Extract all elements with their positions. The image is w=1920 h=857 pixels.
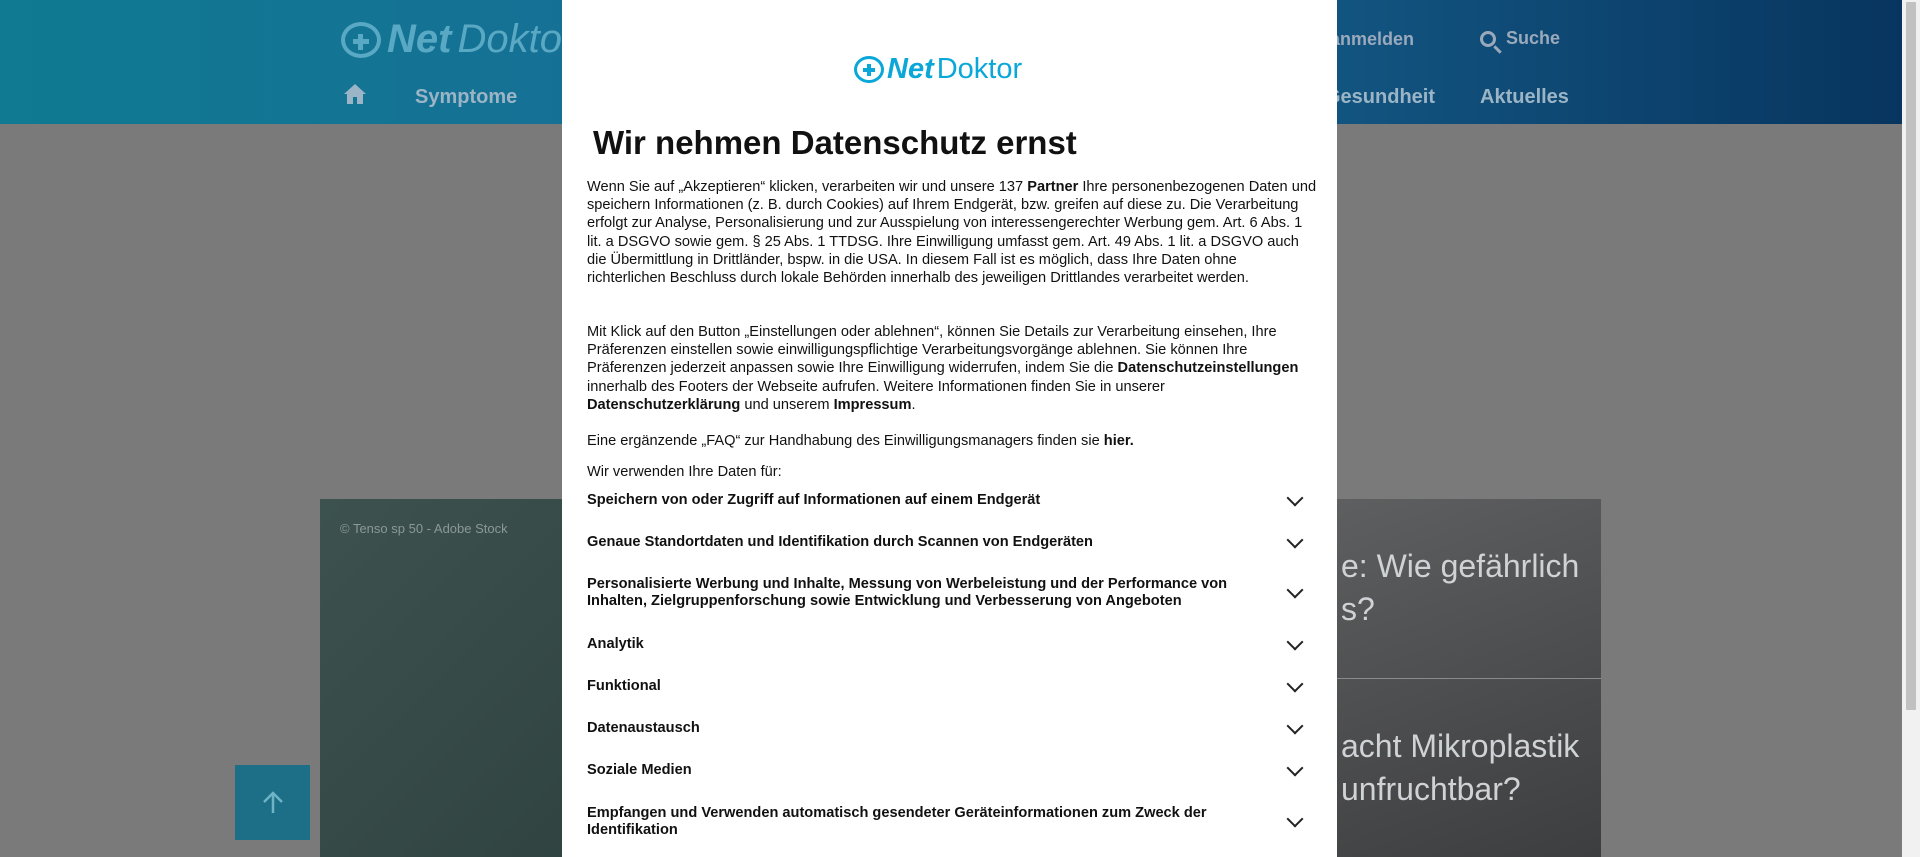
chevron-down-icon <box>1286 489 1304 506</box>
chevron-down-icon <box>1286 675 1304 692</box>
teaser-line: unfruchtbar? <box>1341 771 1521 807</box>
teaser-headline-1[interactable]: e: Wie gefährlich s? <box>1341 545 1579 631</box>
scroll-to-top-button[interactable] <box>235 765 310 840</box>
purpose-accordion-advertising[interactable]: Personalisierte Werbung und Inhalte, Mes… <box>587 576 1309 610</box>
logo-text: Doktor <box>457 17 576 61</box>
chevron-down-icon <box>1286 717 1304 734</box>
purpose-accordion-social-media[interactable]: Soziale Medien <box>587 759 1309 779</box>
imprint-link[interactable]: Impressum <box>834 397 912 413</box>
text: Ihre personenbezogenen Daten und speiche… <box>587 179 1317 287</box>
purpose-label: Datenaustausch <box>587 720 700 736</box>
modal-logo: Net Doktor <box>854 53 1022 86</box>
purpose-label: Soziale Medien <box>587 762 692 778</box>
logo-text-bold: Net <box>887 53 934 85</box>
dialog-title: Wir nehmen Datenschutz ernst <box>593 124 1077 161</box>
logo-cross-icon <box>854 56 884 83</box>
home-icon[interactable] <box>344 84 366 104</box>
consent-text-2: Mit Klick auf den Button „Einstellungen … <box>587 323 1317 414</box>
text: . <box>911 396 916 413</box>
teaser-line: acht Mikroplastik <box>1341 728 1580 764</box>
logo-text-bold: Net <box>387 17 452 61</box>
chevron-down-icon <box>1286 581 1304 599</box>
purpose-accordion-analytics[interactable]: Analytik <box>587 633 1309 653</box>
image-credit: © Tenso sp 50 - Adobe Stock <box>340 521 508 536</box>
scrollbar-thumb[interactable] <box>1906 2 1916 710</box>
purpose-label: Empfangen und Verwenden automatisch gese… <box>587 805 1207 838</box>
search-icon <box>1480 30 1496 47</box>
nav-item-symptome[interactable]: Symptome <box>415 86 517 109</box>
purpose-accordion-data-exchange[interactable]: Datenaustausch <box>587 717 1309 737</box>
partner-link[interactable]: Partner <box>1027 179 1078 195</box>
purpose-label: Funktional <box>587 678 661 694</box>
teaser-headline-2[interactable]: acht Mikroplastik unfruchtbar? <box>1341 725 1579 811</box>
purpose-accordion-device-info[interactable]: Empfangen und Verwenden automatisch gese… <box>587 805 1309 839</box>
logo-cross-icon <box>341 21 381 58</box>
purpose-label: Personalisierte Werbung und Inhalte, Mes… <box>587 576 1228 609</box>
chevron-down-icon <box>1286 531 1304 548</box>
privacy-policy-link[interactable]: Datenschutzerklärung <box>587 397 740 413</box>
nav-item-gesundheit[interactable]: Gesundheit <box>1325 86 1435 109</box>
site-logo[interactable]: Net Doktor <box>341 17 575 62</box>
text: und unserem <box>740 396 834 413</box>
text: Wenn Sie auf „Akzeptieren“ klicken, vera… <box>587 179 1028 195</box>
text: Eine ergänzende „FAQ“ zur Handhabung des… <box>587 433 1104 449</box>
purpose-accordion-location[interactable]: Genaue Standortdaten und Identifikation … <box>587 531 1309 551</box>
privacy-settings-link[interactable]: Datenschutzeinstellungen <box>1118 360 1299 376</box>
consent-dialog: Net Doktor Wir nehmen Datenschutz ernst W… <box>562 0 1337 857</box>
purpose-label: Genaue Standortdaten und Identifikation … <box>587 534 1093 550</box>
teaser-line: e: Wie gefährlich <box>1341 548 1580 584</box>
purposes-intro: Wir verwenden Ihre Daten für: <box>587 464 782 480</box>
consent-text-1: Wenn Sie auf „Akzeptieren“ klicken, vera… <box>587 178 1317 287</box>
logo-text: Doktor <box>936 53 1023 85</box>
teaser-line: s? <box>1341 591 1375 627</box>
nav-item-aktuelles[interactable]: Aktuelles <box>1480 86 1569 109</box>
arrow-up-icon <box>262 790 283 813</box>
purpose-label: Analytik <box>587 636 644 652</box>
chevron-down-icon <box>1286 759 1304 776</box>
consent-text-3: Eine ergänzende „FAQ“ zur Handhabung des… <box>587 432 1317 450</box>
teaser-divider <box>1336 678 1601 679</box>
search-button[interactable]: Suche <box>1480 28 1560 49</box>
chevron-down-icon <box>1286 633 1304 650</box>
purpose-accordion-storage[interactable]: Speichern von oder Zugriff auf Informati… <box>587 489 1309 509</box>
search-label: Suche <box>1506 28 1561 48</box>
purpose-accordion-functional[interactable]: Funktional <box>587 675 1309 695</box>
faq-link[interactable]: hier. <box>1104 433 1134 449</box>
chevron-down-icon <box>1286 810 1304 828</box>
text: innerhalb des Footers der Webseite aufru… <box>587 378 1165 395</box>
page-scrollbar[interactable] <box>1902 0 1920 857</box>
purpose-label: Speichern von oder Zugriff auf Informati… <box>587 492 1041 508</box>
